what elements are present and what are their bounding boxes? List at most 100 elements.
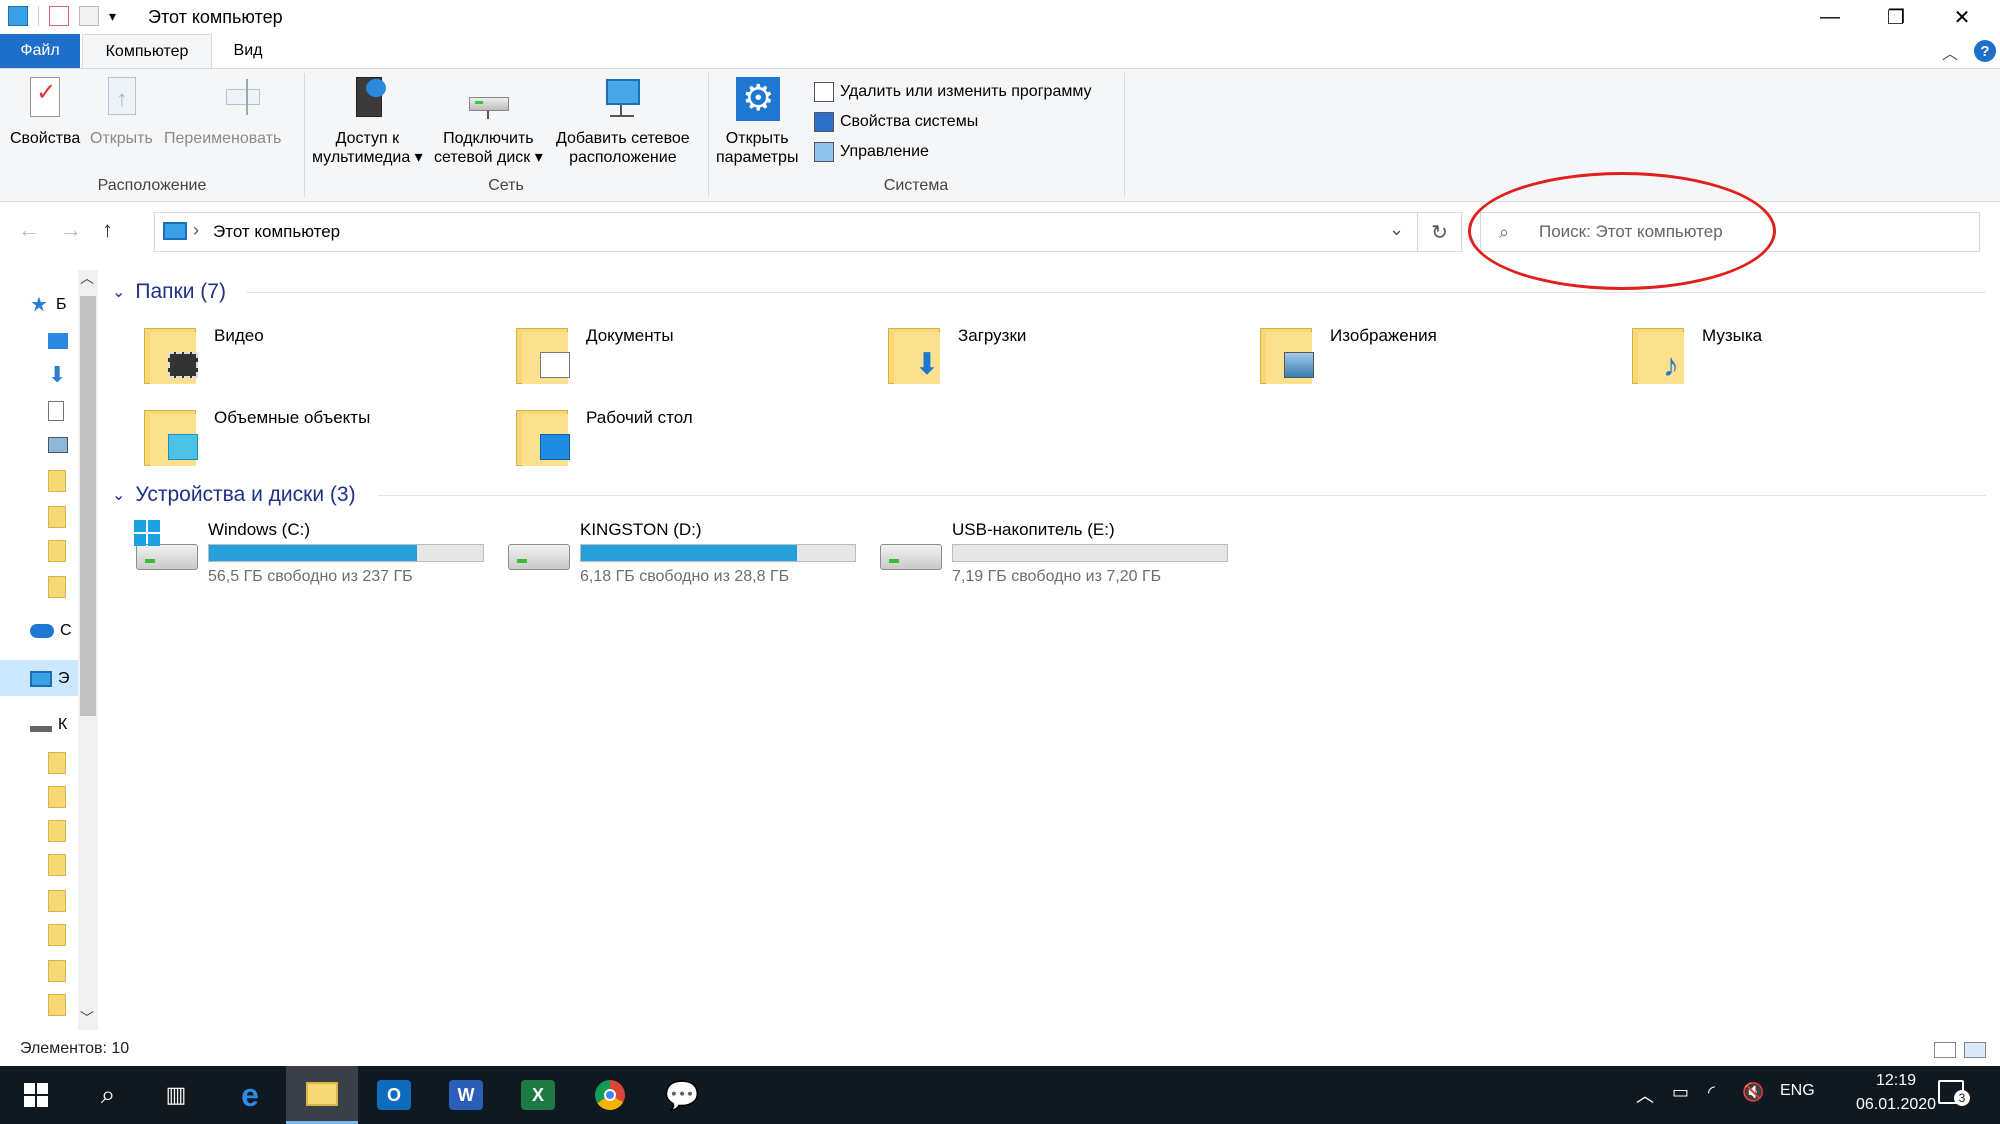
clock-time[interactable]: 12:19	[1846, 1072, 1946, 1090]
taskbar-edge[interactable]: e	[214, 1066, 286, 1124]
rename-button[interactable]: Переименовать	[164, 75, 281, 148]
folders-header-label: Папки (7)	[135, 280, 226, 303]
breadcrumb-chevron-icon[interactable]: ›	[193, 220, 199, 241]
search-taskbar-button[interactable]: ⌕	[72, 1066, 144, 1124]
folder-icon	[48, 506, 66, 528]
properties-button[interactable]: ✓ Свойства	[10, 75, 80, 148]
taskbar-explorer[interactable]	[286, 1066, 358, 1124]
drive-tile[interactable]: KINGSTON (D:) 6,18 ГБ свободно из 28,8 ГБ	[508, 520, 868, 590]
computer-icon[interactable]	[8, 6, 28, 26]
drive-usage-fill	[209, 545, 417, 561]
language-indicator[interactable]: ENG	[1780, 1082, 1815, 1100]
folder-tile[interactable]: Объемные объекты	[144, 404, 504, 474]
folder-icon	[144, 322, 202, 384]
folder-icon	[1260, 322, 1318, 384]
volume-muted-icon[interactable]: 🔇	[1742, 1082, 1764, 1103]
address-bar[interactable]: › Этот компьютер ⌄	[154, 212, 1418, 252]
close-button[interactable]: ✕	[1932, 0, 1992, 34]
taskbar: ⌕ ▥ e O W X 💬 ︿ ▭ ◜ 🔇 ENG 12:19 06.01.20…	[0, 1066, 2000, 1124]
drive-name: USB-накопитель (E:)	[952, 520, 1115, 539]
nav-scrollbar-thumb[interactable]	[80, 296, 96, 716]
folders-section-header[interactable]: ⌄ Папки (7)	[112, 277, 226, 307]
folder-tile[interactable]: Изображения	[1260, 322, 1620, 392]
group-system-label: Система	[883, 177, 949, 194]
new-folder-icon[interactable]	[79, 6, 99, 26]
details-view-icon[interactable]	[1934, 1042, 1956, 1058]
help-icon[interactable]: ?	[1974, 40, 1996, 62]
tab-computer[interactable]: Компьютер	[82, 34, 212, 68]
drive-icon	[508, 544, 570, 570]
taskbar-feedback[interactable]: 💬	[646, 1066, 718, 1124]
large-icons-view-icon[interactable]	[1964, 1042, 1986, 1058]
folder-tile[interactable]: ⬇ Загрузки	[888, 322, 1248, 392]
folder-icon	[48, 854, 66, 876]
folder-icon	[48, 470, 66, 492]
drive-usage-bar	[580, 544, 856, 562]
taskbar-outlook[interactable]: O	[358, 1066, 430, 1124]
search-input[interactable]	[1539, 219, 1959, 245]
back-arrow-icon[interactable]: ←	[18, 217, 40, 243]
media-access-button[interactable]: Доступ к мультимедиа ▾	[312, 75, 423, 167]
file-explorer-window: ▾ Этот компьютер — ❐ ✕ Файл Компьютер Ви…	[0, 0, 2000, 1124]
status-bar: Элементов: 10	[0, 1034, 2000, 1066]
qat-dropdown-icon[interactable]: ▾	[109, 8, 116, 25]
title-bar: ▾ Этот компьютер — ❐ ✕	[0, 0, 2000, 34]
nav-kingston-label: К	[58, 716, 68, 733]
breadcrumb-this-pc[interactable]: Этот компьютер	[213, 222, 340, 242]
drive-tile[interactable]: USB-накопитель (E:) 7,19 ГБ свободно из 7…	[880, 520, 1240, 590]
word-icon: W	[449, 1080, 483, 1110]
download-arrow-icon: ⬇	[48, 362, 67, 387]
task-view-button[interactable]: ▥	[140, 1066, 212, 1124]
action-center-icon[interactable]: 3	[1938, 1080, 1970, 1106]
devices-section-header[interactable]: ⌄ Устройства и диски (3)	[112, 480, 356, 510]
map-drive-label-1: Подключить	[443, 130, 534, 147]
restore-button[interactable]: ❐	[1866, 0, 1926, 34]
wifi-icon[interactable]: ◜	[1708, 1082, 1715, 1103]
document-icon	[48, 401, 64, 421]
network-drive-icon	[465, 75, 511, 121]
scroll-down-icon[interactable]: ﹀	[80, 1008, 94, 1028]
taskbar-chrome[interactable]	[574, 1066, 646, 1124]
up-arrow-icon[interactable]: ↑	[102, 217, 113, 243]
search-box[interactable]: ⌕	[1480, 212, 1980, 252]
tab-file[interactable]: Файл	[0, 34, 80, 68]
search-icon: ⌕	[100, 1079, 116, 1109]
folder-tile[interactable]: Видео	[144, 322, 504, 392]
system-properties-button[interactable]: Свойства системы	[814, 107, 1092, 137]
folder-tile[interactable]: Рабочий стол	[516, 404, 876, 474]
devices-header-label: Устройства и диски (3)	[135, 483, 356, 506]
manage-button[interactable]: Управление	[814, 137, 1092, 167]
folder-icon	[48, 576, 66, 598]
map-drive-button[interactable]: Подключить сетевой диск ▾	[434, 75, 543, 167]
uninstall-label: Удалить или изменить программу	[840, 83, 1092, 100]
show-hidden-icons-chevron-icon[interactable]: ︿	[1636, 1082, 1654, 1108]
address-history-dropdown-icon[interactable]: ⌄	[1389, 219, 1404, 240]
system-small-buttons: Удалить или изменить программу Свойства …	[814, 77, 1092, 167]
folder-icon	[48, 994, 66, 1016]
start-button[interactable]	[0, 1066, 72, 1124]
tab-view[interactable]: Вид	[214, 34, 282, 68]
notification-count: 3	[1954, 1090, 1970, 1106]
rename-label: Переименовать	[164, 130, 282, 147]
taskbar-excel[interactable]: X	[502, 1066, 574, 1124]
forward-arrow-icon[interactable]: →	[60, 217, 82, 243]
add-network-location-button[interactable]: Добавить сетевое расположение	[556, 75, 690, 167]
minimize-button[interactable]: —	[1800, 0, 1860, 34]
group-network-label: Сеть	[488, 177, 524, 194]
folder-tile[interactable]: Документы	[516, 322, 876, 392]
music-note-icon: ♪	[1663, 347, 1679, 383]
scroll-up-icon[interactable]: ︿	[80, 268, 94, 288]
uninstall-program-button[interactable]: Удалить или изменить программу	[814, 77, 1092, 107]
refresh-button[interactable]: ↻	[1418, 212, 1462, 252]
folder-icon	[144, 404, 202, 466]
open-button[interactable]: ↑ Открыть	[90, 75, 153, 148]
media-access-label-1: Доступ к	[335, 130, 400, 147]
properties-check-icon[interactable]	[49, 6, 69, 26]
taskbar-word[interactable]: W	[430, 1066, 502, 1124]
folder-tile[interactable]: ♪ Музыка	[1632, 322, 1992, 392]
drive-tile[interactable]: Windows (C:) 56,5 ГБ свободно из 237 ГБ	[134, 520, 496, 590]
collapse-ribbon-icon[interactable]: ︿	[1942, 40, 1958, 64]
picture-icon	[48, 437, 68, 453]
open-settings-button[interactable]: ⚙ Открыть параметры	[716, 75, 798, 167]
battery-icon[interactable]: ▭	[1672, 1082, 1689, 1103]
